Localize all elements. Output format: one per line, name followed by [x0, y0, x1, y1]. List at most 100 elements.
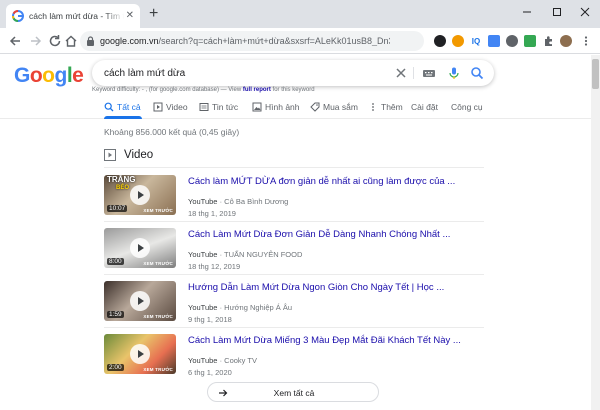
iq-extension-icon[interactable]: IQ — [470, 35, 482, 47]
preview-tag: XEM TRƯỚC — [143, 367, 173, 372]
active-tab-indicator — [104, 116, 142, 119]
google-favicon-icon — [12, 10, 24, 22]
search-input[interactable] — [104, 65, 394, 81]
tab-news[interactable]: Tin tức — [199, 102, 238, 112]
browser-tabstrip: cách làm mứt dừa - Tìm trên Google ✕ + — [0, 0, 600, 28]
google-logo-letter: g — [54, 64, 68, 87]
search-icon[interactable] — [470, 66, 484, 80]
search-divider — [413, 67, 414, 79]
video-title-link[interactable]: Cách Làm Mứt Dừa Miếng 3 Màu Đẹp Mắt Đãi… — [188, 335, 461, 346]
google-logo-letter: e — [72, 64, 84, 87]
result-stats: Khoảng 856.000 kết quả (0,45 giây) — [104, 127, 240, 137]
video-section-title: Video — [124, 149, 154, 161]
tab-title: cách làm mứt dừa - Tìm trên Google — [29, 11, 124, 21]
forward-icon[interactable] — [29, 34, 43, 48]
video-thumbnail[interactable]: 2:00 XEM TRƯỚC — [104, 334, 176, 374]
video-date: 9 thg 1, 2018 — [188, 315, 232, 324]
scrollbar-thumb[interactable] — [592, 59, 599, 89]
video-title-link[interactable]: Cách Làm Mứt Dừa Đơn Giản Dễ Dàng Nhanh … — [188, 229, 450, 240]
reload-icon[interactable] — [48, 34, 62, 48]
video-source: YouTube · Cooky TV — [188, 356, 257, 365]
minimize-icon[interactable] — [512, 3, 542, 21]
divider — [104, 274, 484, 275]
google-logo[interactable]: Google — [14, 64, 84, 88]
video-date: 18 thg 1, 2019 — [188, 209, 236, 218]
search-icon — [104, 102, 114, 112]
tab-close-icon[interactable]: ✕ — [126, 11, 134, 21]
video-title-link[interactable]: Hướng Dẫn Làm Mứt Dừa Ngon Giòn Cho Ngày… — [188, 282, 444, 293]
avatar[interactable] — [560, 35, 572, 47]
lock-icon — [87, 36, 94, 46]
see-all-button[interactable]: Xem tất cả — [207, 382, 379, 402]
full-report-link[interactable]: full report — [243, 87, 271, 93]
divider — [104, 327, 484, 328]
url-text: google.com.vn/search?q=cách+làm+mứt+dừa&… — [100, 36, 390, 46]
video-title-link[interactable]: Cách làm MỨT DỪA đơn giản dễ nhất ai cũn… — [188, 176, 455, 187]
green-extension-icon[interactable] — [524, 35, 536, 47]
video-result[interactable]: 1:59 XEM TRƯỚC Hướng Dẫn Làm Mứt Dừa Ngo… — [104, 281, 484, 329]
maximize-icon[interactable] — [542, 3, 572, 21]
search-box — [92, 60, 494, 86]
video-duration: 2:00 — [107, 364, 124, 371]
google-logo-letter: G — [14, 64, 30, 87]
microphone-icon[interactable] — [447, 66, 461, 80]
thumbnail-caption-2: BÉO — [116, 185, 130, 191]
tab-shopping[interactable]: Mua sắm — [310, 102, 358, 112]
tab-video[interactable]: Video — [153, 102, 188, 112]
scrollbar[interactable] — [591, 55, 600, 410]
browser-tab[interactable]: cách làm mứt dừa - Tìm trên Google ✕ — [6, 4, 140, 28]
sun-extension-icon[interactable] — [452, 35, 464, 47]
google-logo-letter: o — [42, 64, 55, 87]
play-icon[interactable] — [130, 238, 150, 258]
video-section-header: Video — [104, 149, 153, 161]
video-source: YouTube · Hướng Nghiệp Á Âu — [188, 303, 293, 312]
video-date: 18 thg 12, 2019 — [188, 262, 241, 271]
image-icon — [252, 102, 262, 112]
video-thumbnail[interactable]: 8:00 XEM TRƯỚC — [104, 228, 176, 268]
video-source: YouTube · TUẤN NGUYÊN FOOD — [188, 250, 303, 259]
tab-tools[interactable]: Công cụ — [451, 102, 483, 112]
preview-tag: XEM TRƯỚC — [143, 208, 173, 213]
play-icon[interactable] — [130, 291, 150, 311]
menu-kebab-icon[interactable] — [580, 35, 592, 47]
address-bar[interactable]: google.com.vn/search?q=cách+làm+mứt+dừa&… — [80, 31, 424, 51]
video-date: 6 thg 1, 2020 — [188, 368, 232, 377]
video-thumbnail[interactable]: 1:59 XEM TRƯỚC — [104, 281, 176, 321]
video-duration: 10:07 — [107, 205, 128, 212]
see-all-label: Xem tất cả — [273, 388, 315, 398]
puzzle-extensions-icon[interactable] — [543, 35, 555, 47]
preview-tag: XEM TRƯỚC — [143, 314, 173, 319]
divider — [104, 221, 484, 222]
badge-extension-icon[interactable] — [488, 35, 500, 47]
video-thumbnail[interactable]: TRẮNG BÉO 10:07 XEM TRƯỚC — [104, 175, 176, 215]
home-icon[interactable] — [64, 34, 78, 48]
tab-all[interactable]: Tất cả — [104, 102, 141, 112]
divider — [104, 167, 484, 168]
video-source: YouTube · Cô Ba Bình Dương — [188, 197, 289, 206]
video-icon — [153, 102, 163, 112]
news-icon — [199, 103, 209, 111]
globe-extension-icon[interactable] — [506, 35, 518, 47]
back-icon[interactable] — [8, 34, 22, 48]
video-icon — [104, 149, 116, 161]
video-result[interactable]: 8:00 XEM TRƯỚC Cách Làm Mứt Dừa Đơn Giản… — [104, 228, 484, 276]
profile-extension-icon[interactable] — [434, 35, 446, 47]
video-duration: 8:00 — [107, 258, 124, 265]
tab-more[interactable]: Thêm — [368, 102, 403, 112]
play-icon[interactable] — [130, 344, 150, 364]
preview-tag: XEM TRƯỚC — [143, 261, 173, 266]
tag-icon — [310, 102, 320, 112]
search-tabs: Tất cả Video Tin tức Hình ảnh Mua sắm Th… — [0, 99, 600, 119]
new-tab-icon[interactable]: + — [149, 6, 158, 22]
video-result[interactable]: TRẮNG BÉO 10:07 XEM TRƯỚC Cách làm MỨT D… — [104, 175, 484, 223]
play-icon[interactable] — [130, 185, 150, 205]
tab-images[interactable]: Hình ảnh — [252, 102, 300, 112]
clear-icon[interactable] — [394, 66, 408, 80]
tab-settings[interactable]: Cài đặt — [411, 102, 438, 112]
thumbnail-caption: TRẮNG — [107, 175, 136, 184]
close-window-icon[interactable] — [570, 3, 600, 21]
keyboard-icon[interactable] — [422, 66, 436, 80]
keyword-difficulty-line: Keyword difficulty: - , (for google.com … — [92, 87, 315, 93]
browser-toolbar: google.com.vn/search?q=cách+làm+mứt+dừa&… — [0, 28, 600, 71]
video-result[interactable]: 2:00 XEM TRƯỚC Cách Làm Mứt Dừa Miếng 3 … — [104, 334, 484, 382]
